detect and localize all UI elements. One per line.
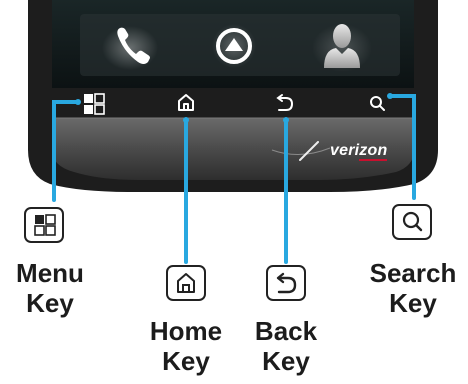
- verizon-logo: verizon: [330, 142, 388, 161]
- phone-icon: [102, 26, 158, 70]
- back-key-badge: [266, 265, 306, 301]
- home-icon: [177, 273, 195, 293]
- back-key-label: Back Key: [236, 316, 336, 376]
- search-key-label: Search Key: [358, 258, 468, 318]
- back-icon: [276, 272, 297, 294]
- home-key-label-line2: Key: [162, 346, 210, 376]
- search-icon: [402, 211, 423, 232]
- menu-key-label-line2: Key: [26, 288, 74, 318]
- back-key-label-line2: Key: [262, 346, 310, 376]
- back-key-label-line1: Back: [254, 316, 318, 346]
- app-launcher-icon: [212, 24, 256, 68]
- home-key-label: Home Key: [126, 316, 246, 376]
- search-key-label-line1: Search: [369, 258, 457, 288]
- home-key-badge: [166, 265, 206, 301]
- menu-icon: [34, 214, 56, 236]
- search-key-label-line2: Key: [389, 288, 437, 318]
- menu-key-badge: [24, 207, 64, 243]
- menu-key-label: Menu Key: [0, 258, 100, 318]
- home-key-label-line1: Home: [149, 316, 223, 346]
- search-key-badge: [392, 204, 432, 240]
- contacts-icon: [312, 24, 372, 72]
- menu-key-label-line1: Menu: [16, 258, 84, 288]
